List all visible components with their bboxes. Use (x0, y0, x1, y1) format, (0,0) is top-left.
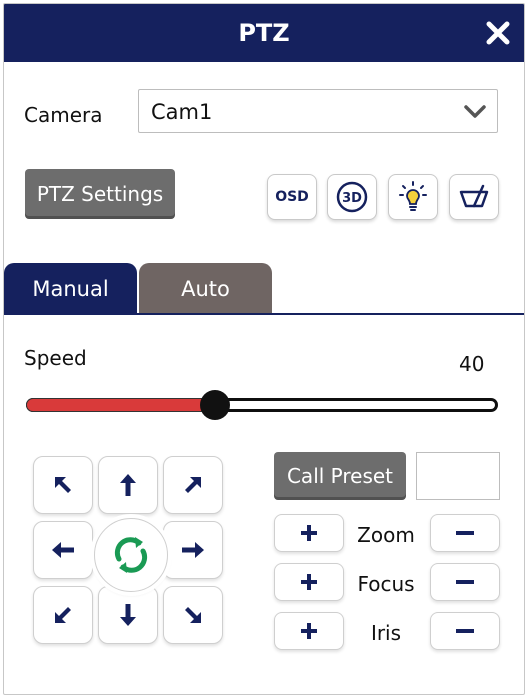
slider-thumb[interactable] (200, 390, 230, 420)
call-preset-button[interactable]: Call Preset (274, 452, 406, 500)
arrow-up-right-icon (185, 477, 201, 493)
3d-icon: 3D (336, 181, 368, 213)
tab-manual[interactable]: Manual (4, 263, 137, 315)
speed-slider[interactable] (26, 390, 498, 420)
focus-near-button[interactable] (274, 563, 344, 601)
plus-icon (301, 623, 317, 639)
ptz-panel: PTZ Camera Cam1 PTZ Settings OSD 3D Manu… (3, 3, 525, 695)
3d-button[interactable]: 3D (327, 174, 377, 220)
window-title: PTZ (238, 19, 290, 47)
auto-pan-button[interactable] (94, 518, 168, 592)
iris-open-button[interactable] (274, 612, 344, 650)
slider-fill (26, 398, 215, 412)
move-up-right-button[interactable] (163, 456, 223, 514)
move-left-button[interactable] (33, 521, 93, 579)
arrow-down-left-icon (55, 607, 71, 623)
move-down-right-button[interactable] (163, 586, 223, 644)
arrow-down-right-icon (185, 607, 201, 623)
minus-icon (456, 580, 474, 584)
title-bar: PTZ (4, 4, 524, 62)
iris-close-button[interactable] (430, 612, 500, 650)
camera-label: Camera (24, 103, 103, 127)
light-button[interactable] (388, 174, 438, 220)
iris-label: Iris (370, 621, 402, 645)
arrow-up-left-icon (55, 477, 71, 493)
camera-select-value: Cam1 (151, 100, 213, 124)
minus-icon (456, 629, 474, 633)
wiper-button[interactable] (449, 174, 499, 220)
zoom-out-button[interactable] (430, 514, 500, 552)
ptz-settings-button[interactable]: PTZ Settings (25, 169, 175, 219)
svg-text:3D: 3D (342, 191, 362, 206)
wiper-icon (459, 184, 489, 208)
move-down-button[interactable] (98, 586, 158, 644)
arrow-left-icon (52, 542, 74, 558)
speed-label: Speed (24, 346, 87, 370)
preset-input[interactable] (416, 452, 500, 500)
refresh-icon (114, 537, 148, 573)
focus-label: Focus (357, 572, 415, 596)
plus-icon (301, 525, 317, 541)
light-bulb-icon (399, 181, 427, 211)
focus-far-button[interactable] (430, 563, 500, 601)
arrow-right-icon (182, 542, 204, 558)
move-up-button[interactable] (98, 456, 158, 514)
arrow-up-icon (120, 474, 136, 496)
minus-icon (456, 531, 474, 535)
camera-select[interactable]: Cam1 (138, 89, 498, 133)
zoom-label: Zoom (357, 523, 415, 547)
close-icon[interactable] (484, 18, 512, 48)
plus-icon (301, 574, 317, 590)
arrow-down-icon (120, 604, 136, 626)
chevron-down-icon (463, 104, 487, 124)
tab-divider (4, 313, 524, 315)
zoom-in-button[interactable] (274, 514, 344, 552)
tab-auto[interactable]: Auto (139, 263, 272, 315)
move-up-left-button[interactable] (33, 456, 93, 514)
osd-button[interactable]: OSD (267, 174, 317, 220)
osd-icon: OSD (275, 189, 309, 205)
move-down-left-button[interactable] (33, 586, 93, 644)
speed-value: 40 (459, 352, 485, 376)
move-right-button[interactable] (163, 521, 223, 579)
